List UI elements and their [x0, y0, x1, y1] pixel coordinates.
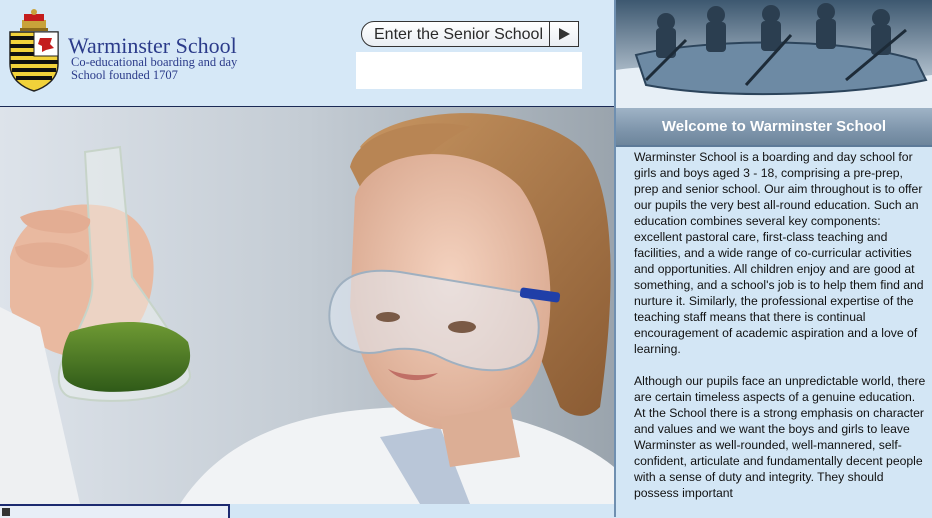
school-tagline: Co-educational boarding and day School f…: [71, 56, 237, 82]
hero-photo: [0, 107, 614, 504]
senior-school-label: Enter the Senior School: [374, 26, 543, 43]
school-crest-logo[interactable]: [8, 8, 60, 92]
site-header: Warminster School Co-educational boardin…: [0, 0, 614, 107]
student-science-image: [0, 107, 614, 504]
welcome-paragraph-2: Although our pupils face an unpredictabl…: [634, 374, 926, 500]
crown-icon: [20, 9, 48, 31]
enter-senior-school-button[interactable]: Enter the Senior School: [361, 21, 579, 47]
partial-panel-tab[interactable]: [0, 504, 230, 518]
welcome-paragraph-1: Warminster School is a boarding and day …: [634, 150, 924, 356]
tab-icon: [2, 508, 10, 516]
tagline-line2: School founded 1707: [71, 68, 178, 82]
welcome-bar: Welcome to Warminster School: [616, 108, 932, 147]
welcome-title: Welcome to Warminster School: [661, 118, 887, 135]
blank-banner-area: [356, 52, 582, 89]
play-arrow-icon: [549, 22, 578, 46]
right-column: Welcome to Warminster School Warminster …: [614, 0, 932, 517]
rafting-image: [616, 0, 932, 108]
welcome-text: Warminster School is a boarding and day …: [634, 149, 926, 517]
